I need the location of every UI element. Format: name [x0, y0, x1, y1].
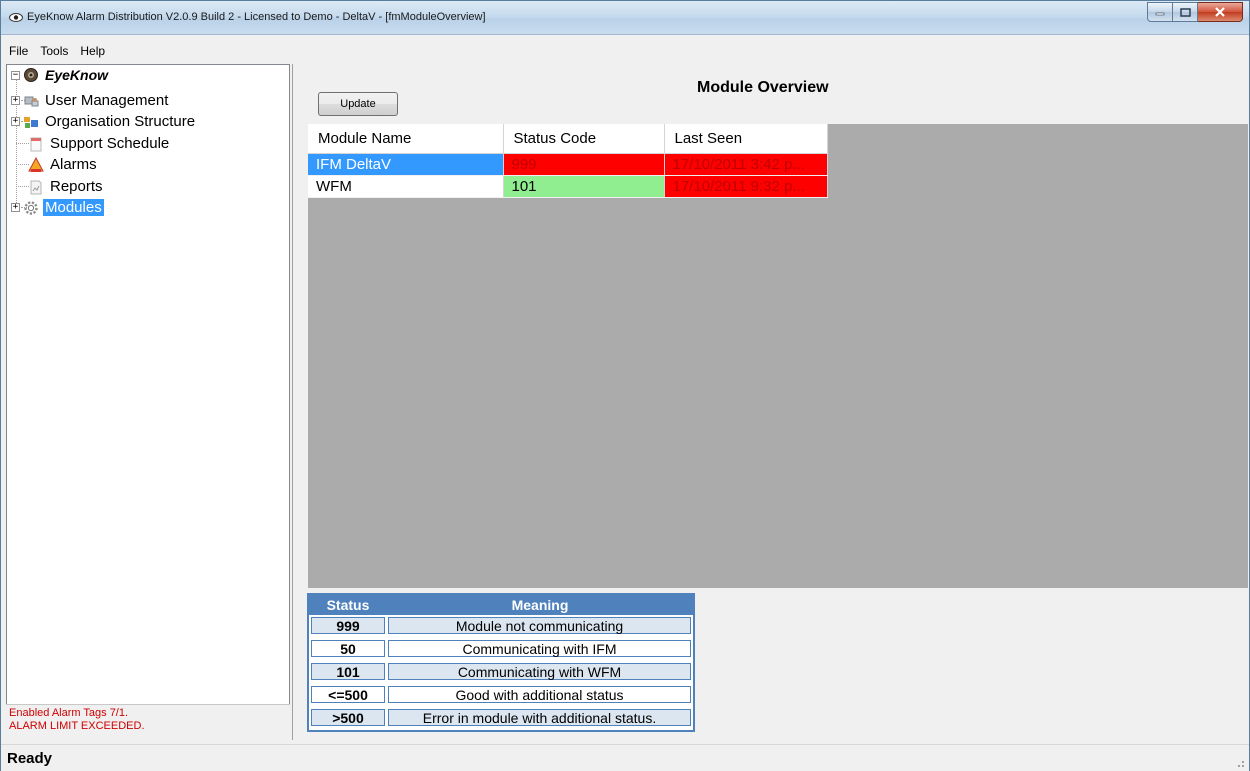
legend-meaning: Error in module with additional status. — [388, 709, 691, 726]
tree-item-organisation-structure[interactable]: + Organisation Structure — [11, 111, 197, 132]
alarm-status-panel: Enabled Alarm Tags 7/1. ALARM LIMIT EXCE… — [6, 704, 290, 740]
tree-item-modules[interactable]: + Modules — [11, 197, 104, 218]
column-header-module-name[interactable]: Module Name — [308, 124, 504, 154]
module-name-cell[interactable]: IFM DeltaV — [308, 153, 504, 176]
table-row[interactable]: WFM 101 17/10/2011 9:32 p... — [308, 175, 828, 198]
report-icon — [30, 180, 42, 194]
legend-row: 50 Communicating with IFM — [311, 640, 691, 659]
tree-item-support-schedule[interactable]: Support Schedule — [28, 133, 171, 154]
expand-icon[interactable]: + — [11, 117, 20, 126]
last-seen-cell[interactable]: 17/10/2011 9:32 p... — [664, 175, 828, 198]
tree-label: Reports — [50, 178, 103, 195]
table-row[interactable]: IFM DeltaV 999 17/10/2011 3:42 p... — [308, 153, 828, 176]
column-header-last-seen[interactable]: Last Seen — [664, 124, 828, 154]
tree-item-alarms[interactable]: Alarms — [28, 154, 99, 175]
tree-label: Modules — [43, 199, 104, 216]
maximize-button[interactable] — [1173, 2, 1198, 22]
tree-label: Support Schedule — [50, 135, 170, 152]
alarm-tags-text: Enabled Alarm Tags 7/1. — [9, 707, 129, 719]
legend-row: >500 Error in module with additional sta… — [311, 709, 691, 728]
window-controls — [1147, 2, 1243, 22]
last-seen-cell[interactable]: 17/10/2011 3:42 p... — [664, 153, 828, 176]
gear-icon — [24, 200, 38, 215]
users-icon — [24, 96, 39, 106]
tree-label: User Management — [45, 92, 169, 109]
module-table: Module Name Status Code Last Seen IFM De… — [308, 124, 828, 198]
legend-header-meaning: Meaning — [511, 597, 569, 613]
legend-meaning: Module not communicating — [388, 617, 691, 634]
navigation-tree[interactable]: − EyeKnow + User Management + Organisati… — [6, 64, 290, 740]
legend-meaning: Communicating with IFM — [388, 640, 691, 657]
legend-header: Status Meaning — [309, 595, 693, 615]
menu-tools[interactable]: Tools — [34, 41, 74, 61]
eye-icon — [9, 13, 23, 22]
menu-help[interactable]: Help — [74, 41, 111, 61]
resize-grip-icon[interactable] — [1233, 756, 1245, 768]
menu-bar: File Tools Help — [1, 41, 1249, 61]
legend-meaning: Communicating with WFM — [388, 663, 691, 680]
collapse-icon[interactable]: − — [11, 70, 20, 80]
tree-item-root[interactable]: − EyeKnow — [11, 66, 110, 84]
tree-item-user-management[interactable]: + User Management — [11, 90, 170, 111]
legend-status: >500 — [311, 709, 385, 726]
minimize-icon — [1155, 12, 1165, 16]
table-header-row: Module Name Status Code Last Seen — [308, 124, 828, 154]
update-button[interactable]: Update — [318, 92, 398, 116]
legend-status: 50 — [311, 640, 385, 657]
tree-item-reports[interactable]: Reports — [28, 176, 105, 197]
alarm-bell-icon — [28, 156, 44, 172]
legend-header-status: Status — [326, 597, 370, 613]
tree-root-label: EyeKnow — [45, 67, 109, 83]
legend-row: <=500 Good with additional status — [311, 686, 691, 705]
module-grid[interactable]: Module Name Status Code Last Seen IFM De… — [308, 124, 1248, 588]
status-code-cell[interactable]: 101 — [503, 175, 665, 198]
legend-row: 999 Module not communicating — [311, 617, 691, 636]
page-title: Module Overview — [697, 79, 829, 96]
module-name-cell[interactable]: WFM — [308, 175, 504, 198]
status-code-cell[interactable]: 999 — [503, 153, 665, 176]
tree-label: Organisation Structure — [45, 113, 196, 130]
tree-label: Alarms — [50, 156, 97, 173]
status-bar: Ready — [1, 744, 1249, 771]
legend-status: <=500 — [311, 686, 385, 703]
window-title: EyeKnow Alarm Distribution V2.0.9 Build … — [27, 11, 486, 23]
app-window: EyeKnow Alarm Distribution V2.0.9 Build … — [0, 0, 1250, 771]
status-legend: Status Meaning 999 Module not communicat… — [307, 593, 695, 732]
legend-status: 999 — [311, 617, 385, 634]
title-bar[interactable]: EyeKnow Alarm Distribution V2.0.9 Build … — [1, 1, 1249, 35]
legend-row: 101 Communicating with WFM — [311, 663, 691, 682]
close-button[interactable] — [1198, 2, 1243, 22]
eye-logo-icon — [24, 68, 38, 82]
module-overview-form: Module Overview Update Module Name Statu… — [292, 64, 1248, 740]
org-chart-icon — [24, 116, 38, 128]
status-text: Ready — [7, 750, 53, 767]
legend-meaning: Good with additional status — [388, 686, 691, 703]
column-header-status-code[interactable]: Status Code — [503, 124, 665, 154]
close-icon — [1215, 7, 1225, 17]
expand-icon[interactable]: + — [11, 203, 20, 212]
menu-file[interactable]: File — [3, 41, 34, 61]
calendar-icon — [30, 137, 42, 151]
maximize-icon — [1179, 7, 1191, 17]
minimize-button[interactable] — [1147, 2, 1173, 22]
alarm-limit-text: ALARM LIMIT EXCEEDED. — [9, 720, 145, 732]
expand-icon[interactable]: + — [11, 96, 20, 105]
legend-status: 101 — [311, 663, 385, 680]
